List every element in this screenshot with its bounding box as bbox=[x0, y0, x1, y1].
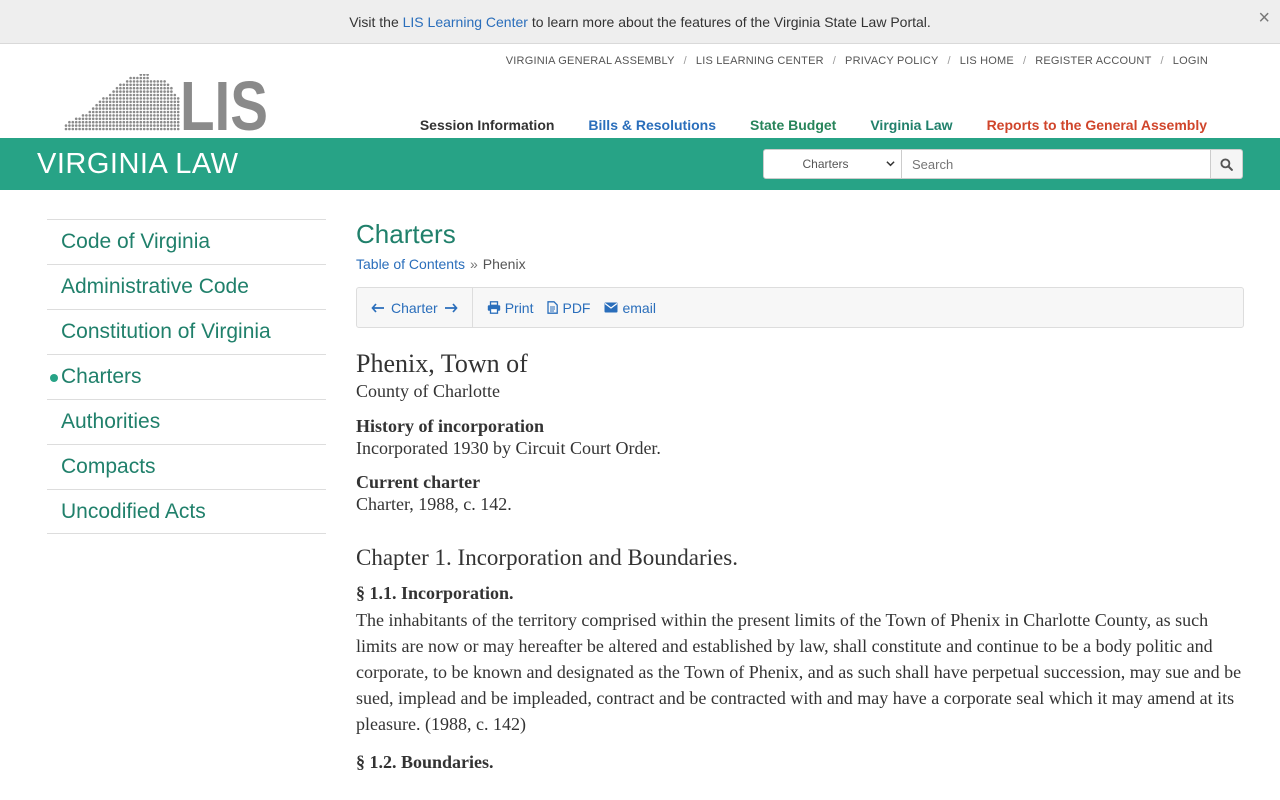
print-icon bbox=[487, 301, 500, 314]
section-1-2-title: § 1.2. Boundaries. bbox=[356, 752, 494, 772]
virginia-map-icon bbox=[64, 74, 180, 131]
utility-nav-separator: / bbox=[1022, 55, 1027, 67]
utility-nav: VIRGINIA GENERAL ASSEMBLY / LIS LEARNING C… bbox=[506, 55, 1208, 67]
page-title: Charters bbox=[356, 219, 456, 249]
notice-banner: Visit the LIS Learning Center to learn m… bbox=[0, 0, 1280, 44]
notice-link[interactable]: LIS Learning Center bbox=[403, 14, 528, 30]
export-group: Print PDF email bbox=[471, 288, 670, 327]
next-charter-button[interactable] bbox=[444, 302, 458, 313]
search-icon bbox=[1220, 157, 1233, 171]
charter-nav-label: Charter bbox=[391, 299, 438, 316]
sidebar-nav: Code of Virginia Administrative Code Const… bbox=[47, 219, 326, 534]
notice-prefix: Visit the bbox=[349, 13, 403, 30]
history-label: History of incorporation bbox=[356, 416, 544, 436]
sidebar-item-uncodified-acts[interactable]: Uncodified Acts bbox=[47, 489, 326, 534]
close-icon[interactable]: × bbox=[1258, 8, 1270, 28]
utility-link-lis-learning-center[interactable]: LIS LEARNING CENTER bbox=[696, 55, 824, 67]
sidebar-item-constitution-of-virginia[interactable]: Constitution of Virginia bbox=[47, 309, 326, 354]
utility-link-lis-home[interactable]: LIS HOME bbox=[960, 55, 1014, 67]
sidebar-item-label: Authorities bbox=[61, 410, 161, 433]
charter-county: County of Charlotte bbox=[356, 381, 500, 401]
document-toolbar: Charter Print PDF email bbox=[356, 287, 1244, 328]
section-1-1-title: § 1.1. Incorporation. bbox=[356, 583, 514, 603]
sidebar-item-label: Compacts bbox=[61, 455, 156, 478]
chevron-down-icon bbox=[886, 159, 895, 171]
logo-text: LIS bbox=[180, 74, 268, 132]
search-scope-value: Charters bbox=[802, 157, 849, 171]
main-nav: Session Information Bills & Resolutions St… bbox=[420, 117, 1207, 133]
breadcrumb-current: Phenix bbox=[482, 256, 526, 272]
main-nav-bills-resolutions[interactable]: Bills & Resolutions bbox=[588, 117, 716, 133]
section-1-1-text: The inhabitants of the territory compris… bbox=[356, 610, 1242, 734]
sidebar-item-label: Charters bbox=[61, 365, 142, 388]
current-charter-text: Charter, 1988, c. 142. bbox=[356, 494, 512, 514]
chapter-heading: Chapter 1. Incorporation and Boundaries. bbox=[356, 545, 738, 570]
section-band: VIRGINIA LAW Charters bbox=[0, 138, 1280, 190]
sidebar-item-code-of-virginia[interactable]: Code of Virginia bbox=[47, 219, 326, 264]
utility-link-login[interactable]: LOGIN bbox=[1173, 55, 1208, 67]
main-nav-state-budget[interactable]: State Budget bbox=[750, 117, 836, 133]
charter-nav-group: Charter bbox=[357, 288, 472, 327]
utility-nav-separator: / bbox=[1160, 55, 1164, 67]
main-nav-session-information[interactable]: Session Information bbox=[420, 117, 555, 133]
main-nav-virginia-law[interactable]: Virginia Law bbox=[870, 117, 952, 133]
charter-heading: Phenix, Town of bbox=[356, 349, 528, 378]
utility-nav-separator: / bbox=[947, 55, 951, 67]
utility-link-virginia-general-assembly[interactable]: VIRGINIA GENERAL ASSEMBLY bbox=[506, 55, 675, 67]
breadcrumb: Table of Contents» Phenix bbox=[356, 256, 1244, 272]
utility-nav-separator: / bbox=[832, 55, 837, 67]
search-input[interactable] bbox=[902, 149, 1211, 179]
utility-link-register-account[interactable]: REGISTER ACCOUNT bbox=[1035, 55, 1151, 67]
sidebar-item-label: Code of Virginia bbox=[61, 230, 211, 253]
arrow-left-icon bbox=[371, 302, 384, 313]
envelope-icon bbox=[604, 302, 618, 313]
sidebar-item-charters[interactable]: Charters bbox=[47, 354, 326, 399]
pdf-button[interactable]: PDF bbox=[547, 300, 590, 316]
utility-nav-separator: / bbox=[683, 55, 687, 67]
sidebar-item-administrative-code[interactable]: Administrative Code bbox=[47, 264, 326, 309]
history-text: Incorporated 1930 by Circuit Court Order… bbox=[356, 438, 661, 458]
search-bar: Charters bbox=[763, 149, 1243, 179]
site-header: LIS VIRGINIA GENERAL ASSEMBLY / LIS LEARNI… bbox=[0, 44, 1280, 138]
active-indicator-icon bbox=[50, 374, 58, 382]
current-charter-label: Current charter bbox=[356, 472, 481, 492]
breadcrumb-separator: » bbox=[469, 256, 478, 272]
pdf-label: PDF bbox=[562, 299, 591, 316]
notice-suffix: to learn more about the features of the … bbox=[527, 13, 931, 30]
sidebar-item-label: Administrative Code bbox=[61, 275, 249, 298]
notice-text: Visit the LIS Learning Center to learn m… bbox=[349, 14, 931, 30]
search-button[interactable] bbox=[1211, 149, 1243, 179]
sidebar-item-authorities[interactable]: Authorities bbox=[47, 399, 326, 444]
email-label: email bbox=[622, 299, 656, 316]
arrow-right-icon bbox=[444, 302, 458, 313]
email-button[interactable]: email bbox=[604, 299, 656, 316]
print-label: Print bbox=[504, 299, 534, 316]
breadcrumb-toc-link[interactable]: Table of Contents bbox=[356, 256, 465, 272]
pdf-icon bbox=[547, 301, 559, 314]
sidebar-item-label: Uncodified Acts bbox=[61, 499, 206, 523]
sidebar-item-label: Constitution of Virginia bbox=[61, 320, 271, 343]
search-scope-select[interactable]: Charters bbox=[763, 149, 902, 179]
sidebar-item-compacts[interactable]: Compacts bbox=[47, 444, 326, 489]
lis-logo[interactable]: LIS bbox=[64, 74, 268, 132]
previous-charter-button[interactable] bbox=[371, 302, 385, 313]
print-button[interactable]: Print bbox=[487, 299, 534, 316]
section-title: VIRGINIA LAW bbox=[37, 148, 239, 180]
main-content: Charters Table of Contents» Phenix Charte… bbox=[356, 219, 1244, 773]
main-nav-reports-to-the-general-assembly[interactable]: Reports to the General Assembly bbox=[987, 117, 1207, 133]
utility-link-privacy-policy[interactable]: PRIVACY POLICY bbox=[845, 55, 938, 67]
